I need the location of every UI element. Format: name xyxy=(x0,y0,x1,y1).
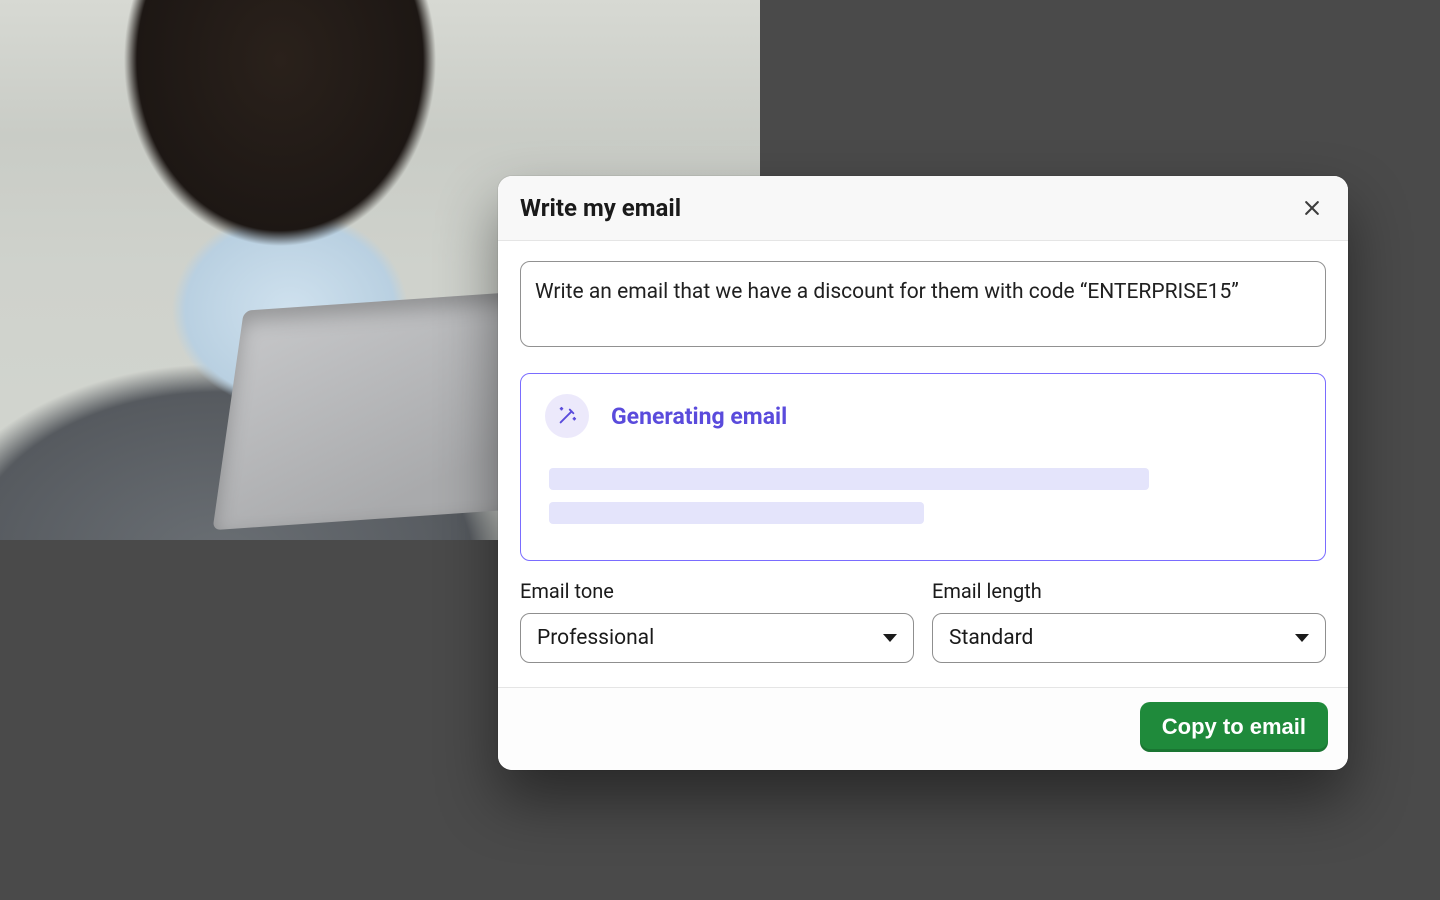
modal-header: Write my email xyxy=(498,176,1348,241)
length-value: Standard xyxy=(949,626,1033,650)
modal-title: Write my email xyxy=(520,194,681,222)
copy-to-email-button[interactable]: Copy to email xyxy=(1140,702,1328,752)
length-label: Email length xyxy=(932,579,1326,603)
write-email-modal: Write my email Write an email that we ha… xyxy=(498,176,1348,770)
close-icon xyxy=(1302,198,1322,218)
generating-header: Generating email xyxy=(545,394,1301,438)
skeleton-lines xyxy=(545,468,1301,524)
prompt-text: Write an email that we have a discount f… xyxy=(535,280,1239,304)
chevron-down-icon xyxy=(1295,634,1309,642)
skeleton-line xyxy=(549,468,1149,490)
prompt-input[interactable]: Write an email that we have a discount f… xyxy=(520,261,1326,347)
tone-field: Email tone Professional xyxy=(520,579,914,663)
generating-label: Generating email xyxy=(611,403,787,430)
magic-wand-icon xyxy=(545,394,589,438)
options-row: Email tone Professional Email length Sta… xyxy=(520,579,1326,663)
generating-panel: Generating email xyxy=(520,373,1326,561)
tone-label: Email tone xyxy=(520,579,914,603)
close-button[interactable] xyxy=(1298,194,1326,222)
modal-footer: Copy to email xyxy=(498,687,1348,770)
length-select[interactable]: Standard xyxy=(932,613,1326,663)
length-field: Email length Standard xyxy=(932,579,1326,663)
modal-body: Write an email that we have a discount f… xyxy=(498,241,1348,687)
skeleton-line xyxy=(549,502,924,524)
tone-value: Professional xyxy=(537,626,654,650)
tone-select[interactable]: Professional xyxy=(520,613,914,663)
chevron-down-icon xyxy=(883,634,897,642)
